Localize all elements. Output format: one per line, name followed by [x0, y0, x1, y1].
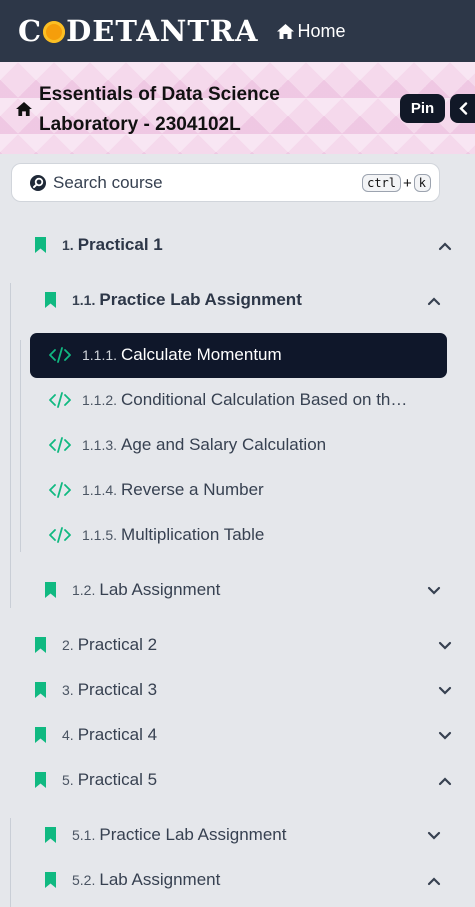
- home-link[interactable]: Home: [276, 20, 346, 42]
- tree-node-practical-2[interactable]: 2. Practical 2: [35, 635, 157, 655]
- logo-text: DETANTRA: [66, 14, 259, 48]
- chevron-down-icon[interactable]: [438, 639, 452, 653]
- item-label: Multiplication Table: [121, 525, 265, 544]
- search-input[interactable]: [53, 172, 353, 193]
- node-number: 2.: [62, 637, 74, 653]
- home-link-label: Home: [297, 20, 346, 41]
- code-icon: [49, 437, 71, 453]
- chevron-down-icon[interactable]: [427, 829, 441, 843]
- tree-node-practical-3[interactable]: 3. Practical 3: [35, 680, 157, 700]
- top-navbar: C DETANTRA Home: [0, 0, 475, 62]
- bookmark-icon: [45, 582, 56, 598]
- search-course-box[interactable]: ctrl + k: [11, 163, 440, 202]
- code-icon: [49, 347, 71, 363]
- node-number: 1.: [62, 237, 74, 253]
- list-item-reverse-number[interactable]: 1.1.4. Reverse a Number: [49, 480, 264, 500]
- item-number: 1.1.3.: [82, 437, 118, 453]
- node-number: 5.: [62, 772, 74, 788]
- chevron-up-icon[interactable]: [438, 239, 452, 253]
- node-label: Lab Assignment: [99, 580, 221, 599]
- course-home-icon[interactable]: [16, 102, 32, 116]
- bookmark-icon: [45, 292, 56, 308]
- tree-node-section-5-2[interactable]: 5.2. Lab Assignment: [45, 870, 220, 890]
- item-number: 1.1.1.: [82, 347, 118, 363]
- list-item-conditional-calculation[interactable]: 1.1.2. Conditional Calculation Based on …: [49, 390, 407, 410]
- item-number: 1.1.4.: [82, 482, 118, 498]
- kbd-plus: +: [403, 174, 412, 192]
- list-item-calculate-momentum[interactable]: 1.1.1. Calculate Momentum: [49, 345, 282, 365]
- bookmark-icon: [35, 727, 46, 743]
- code-icon: [49, 527, 71, 543]
- kbd-k: k: [413, 174, 431, 192]
- search-shortcut: ctrl + k: [362, 174, 431, 192]
- node-number: 1.1.: [72, 292, 96, 308]
- course-title: Essentials of Data Science Laboratory - …: [39, 84, 280, 135]
- kbd-ctrl: ctrl: [362, 174, 401, 192]
- item-number: 1.1.5.: [82, 527, 118, 543]
- search-icon: [30, 174, 46, 191]
- list-item-multiplication-table[interactable]: 1.1.5. Multiplication Table: [49, 525, 264, 545]
- bookmark-icon: [35, 772, 46, 788]
- chevron-down-icon[interactable]: [438, 684, 452, 698]
- chevron-up-icon[interactable]: [438, 774, 452, 788]
- node-number: 4.: [62, 727, 74, 743]
- tree-node-practical-5[interactable]: 5. Practical 5: [35, 770, 157, 790]
- item-label: Reverse a Number: [121, 480, 264, 499]
- bookmark-icon: [35, 682, 46, 698]
- node-label: Practice Lab Assignment: [99, 825, 287, 844]
- tree-guide-line-practical-5: [10, 818, 11, 907]
- tree-node-section-1-2[interactable]: 1.2. Lab Assignment: [45, 580, 220, 600]
- home-icon: [276, 23, 294, 39]
- bookmark-icon: [35, 637, 46, 653]
- item-label: Age and Salary Calculation: [121, 435, 327, 454]
- list-item-age-salary[interactable]: 1.1.3. Age and Salary Calculation: [49, 435, 326, 455]
- pin-button[interactable]: Pin: [400, 94, 445, 123]
- tree-guide-line-section-1-1: [20, 340, 21, 552]
- node-number: 3.: [62, 682, 74, 698]
- tree-node-section-1-1[interactable]: 1.1. Practice Lab Assignment: [45, 290, 302, 310]
- node-label: Practical 2: [77, 635, 158, 654]
- code-icon: [49, 482, 71, 498]
- node-label: Practical 1: [77, 235, 163, 254]
- node-number: 5.2.: [72, 872, 96, 888]
- item-number: 1.1.2.: [82, 392, 118, 408]
- tree-node-practical-4[interactable]: 4. Practical 4: [35, 725, 157, 745]
- chevron-down-icon[interactable]: [438, 729, 452, 743]
- node-label: Practical 4: [77, 725, 158, 744]
- bookmark-icon: [45, 827, 56, 843]
- tree-node-section-5-1[interactable]: 5.1. Practice Lab Assignment: [45, 825, 286, 845]
- code-icon: [49, 392, 71, 408]
- chevron-down-icon[interactable]: [427, 584, 441, 598]
- node-label: Practical 5: [77, 770, 158, 789]
- bookmark-icon: [45, 872, 56, 888]
- node-number: 5.1.: [72, 827, 96, 843]
- codetantra-logo[interactable]: C DETANTRA: [18, 14, 259, 48]
- bookmark-icon: [35, 237, 46, 253]
- sun-icon: [43, 21, 66, 43]
- tree-guide-line-practical-1: [10, 283, 11, 608]
- node-label: Practice Lab Assignment: [99, 290, 302, 309]
- node-number: 1.2.: [72, 582, 96, 598]
- logo-letter-c: C: [18, 14, 43, 48]
- collapse-sidebar-button[interactable]: [450, 94, 475, 123]
- item-label: Calculate Momentum: [121, 345, 282, 364]
- chevron-up-icon[interactable]: [427, 874, 441, 888]
- chevron-left-icon: [459, 102, 468, 115]
- node-label: Practical 3: [77, 680, 158, 699]
- tree-node-practical-1[interactable]: 1. Practical 1: [35, 235, 163, 255]
- node-label: Lab Assignment: [99, 870, 221, 889]
- chevron-up-icon[interactable]: [427, 294, 441, 308]
- item-label: Conditional Calculation Based on th…: [121, 390, 408, 409]
